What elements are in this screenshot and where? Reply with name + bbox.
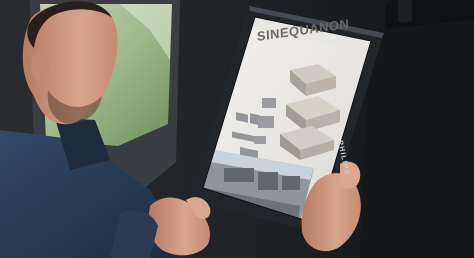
photo-scene: SINEQUANON PHILIPS: [0, 0, 474, 258]
photo: [0, 0, 474, 258]
headrest-post: [398, 0, 412, 22]
seat-back: [360, 20, 474, 258]
ear: [31, 52, 49, 80]
